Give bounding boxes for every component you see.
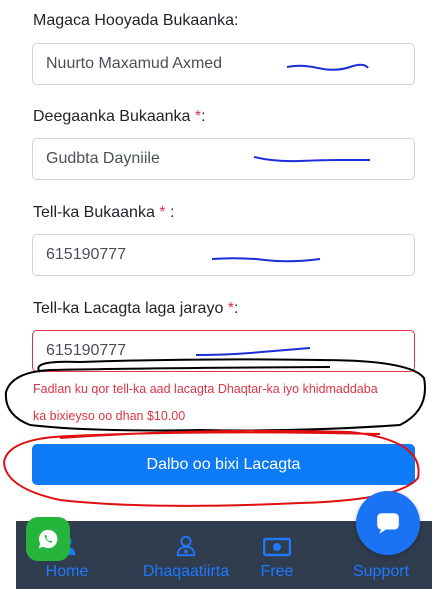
customer-phone-input[interactable]: 615190777 xyxy=(32,234,415,276)
nav-label-support: Support xyxy=(352,563,410,580)
nav-label-doctors: Dhaqaatiirta xyxy=(142,563,230,580)
nav-label-home: Home xyxy=(45,563,89,580)
customer-name-input[interactable]: Nuurto Maxamud Axmed xyxy=(32,43,415,85)
support-chat-button[interactable] xyxy=(356,491,420,555)
whatsapp-button[interactable] xyxy=(26,517,70,561)
submit-payment-button[interactable]: Dalbo oo bixi Lacagta xyxy=(32,444,415,485)
customer-name-value: Nuurto Maxamud Axmed xyxy=(46,55,223,72)
payment-phone-input[interactable]: 615190777 xyxy=(32,330,415,372)
customer-name-label: Magaca Hooyada Bukaanka: xyxy=(33,12,239,29)
doctor-icon xyxy=(176,535,196,557)
customer-area-label: Deegaanka Bukaanka *: xyxy=(33,108,206,125)
customer-phone-value: 615190777 xyxy=(46,246,127,263)
nav-item-free[interactable]: Free xyxy=(252,521,302,589)
payment-phone-label: Tell-ka Lacagta laga jarayo *: xyxy=(33,300,239,317)
whatsapp-icon xyxy=(38,529,58,549)
payment-phone-value: 615190777 xyxy=(46,342,127,359)
nav-label-free: Free xyxy=(260,563,294,580)
nav-item-doctors[interactable]: Dhaqaatiirta xyxy=(134,521,238,589)
payment-phone-error: Fadlan ku qor tell-ka aad lacagta Dhaqta… xyxy=(33,382,378,423)
chat-icon xyxy=(377,513,399,534)
money-icon xyxy=(263,537,291,557)
customer-phone-label: Tell-ka Bukaanka * : xyxy=(33,204,175,221)
customer-area-input[interactable]: Gudbta Dayniile xyxy=(32,138,415,180)
customer-area-value: Gudbta Dayniile xyxy=(46,150,160,167)
